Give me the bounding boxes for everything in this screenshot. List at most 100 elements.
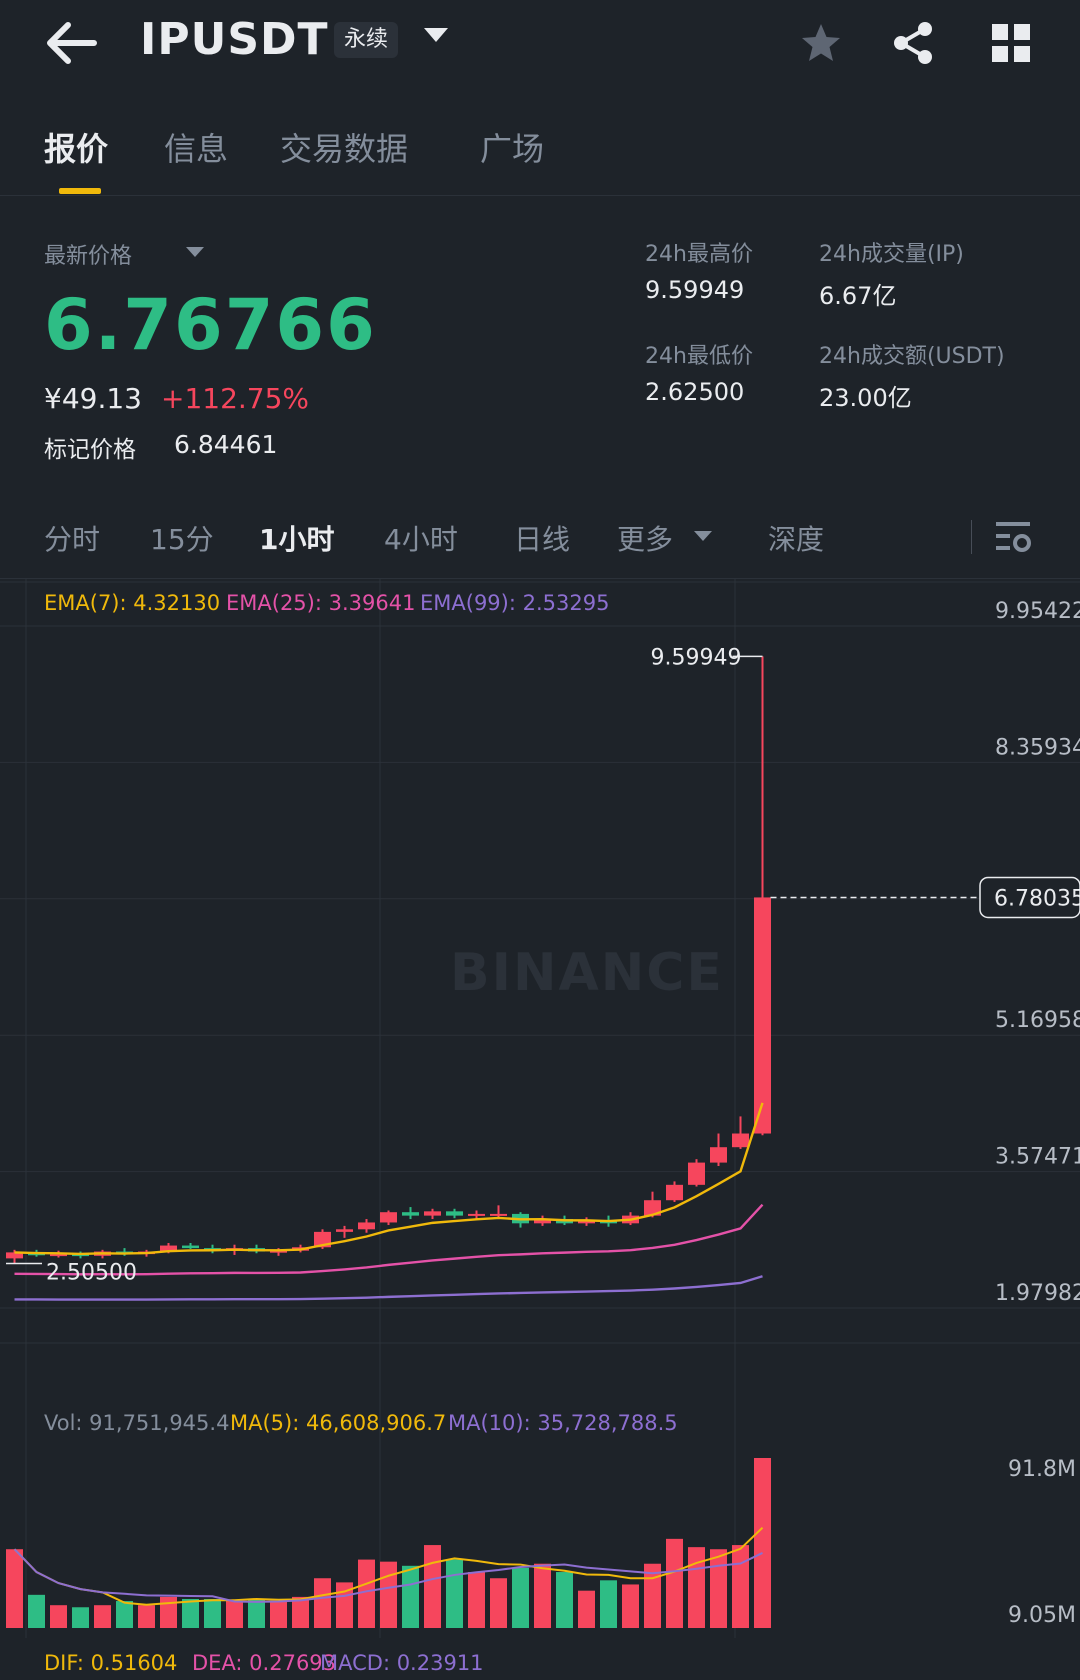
last-price-label: 最新价格 bbox=[44, 244, 133, 269]
dea-label: DEA: 0.27693 bbox=[192, 1651, 336, 1675]
volume-bar bbox=[314, 1578, 331, 1628]
candle-body bbox=[358, 1222, 375, 1230]
volume-bar bbox=[622, 1584, 639, 1628]
timeframe-15m[interactable]: 15分 bbox=[150, 518, 214, 558]
volume-bar bbox=[182, 1598, 199, 1628]
price-axis-label: 5.16958 bbox=[995, 1008, 1080, 1033]
tab-info[interactable]: 信息 bbox=[164, 124, 228, 170]
candle-body bbox=[446, 1211, 463, 1216]
change-percent: +112.75% bbox=[161, 382, 310, 415]
contract-type-badge: 永续 bbox=[334, 22, 399, 58]
volume-bar bbox=[402, 1565, 419, 1628]
candle-body bbox=[754, 897, 771, 1134]
price-axis-label: 3.57471 bbox=[995, 1145, 1080, 1170]
tab-trading-data[interactable]: 交易数据 bbox=[280, 124, 408, 170]
volume-label: Vol: 91,751,945.4 bbox=[44, 1411, 229, 1435]
volume-bar bbox=[138, 1605, 155, 1628]
symbol-title[interactable]: IPUSDT bbox=[140, 14, 329, 65]
volume-bar bbox=[666, 1538, 683, 1628]
volume-bar bbox=[512, 1567, 529, 1628]
cny-price: ¥49.13 bbox=[44, 382, 142, 415]
amount-24h-value: 23.00亿 bbox=[819, 384, 912, 412]
volume-bar bbox=[358, 1559, 375, 1628]
volume-bar bbox=[204, 1598, 221, 1628]
volume-axis-label: 9.05M bbox=[1008, 1603, 1076, 1628]
volume-bar bbox=[424, 1545, 441, 1628]
volume-bar bbox=[468, 1572, 485, 1628]
volume-bar bbox=[50, 1605, 67, 1628]
volume-bar bbox=[732, 1545, 749, 1628]
volume-bar bbox=[94, 1605, 111, 1628]
volume-bar bbox=[28, 1594, 45, 1628]
volume-bar bbox=[160, 1596, 177, 1628]
price-axis: 9.95422 8.35934 5.16958 3.57471 1.97982 bbox=[995, 599, 1080, 1306]
ma10-label: MA(10): 35,728,788.5 bbox=[448, 1411, 678, 1435]
low-marker-label: 2.50500 bbox=[46, 1261, 137, 1286]
candle-body bbox=[710, 1147, 727, 1163]
candle-body bbox=[380, 1212, 397, 1223]
candle-body bbox=[468, 1213, 485, 1216]
candle-body bbox=[182, 1245, 199, 1249]
tab-quote[interactable]: 报价 bbox=[44, 124, 108, 170]
high-24h-value: 9.59949 bbox=[645, 276, 745, 304]
ema99-label: EMA(99): 2.53295 bbox=[420, 591, 609, 615]
dif-label: DIF: 0.51604 bbox=[44, 1651, 177, 1675]
volume-bar bbox=[226, 1601, 243, 1628]
ema25-label: EMA(25): 3.39641 bbox=[226, 591, 415, 615]
share-icon[interactable] bbox=[889, 18, 939, 68]
ema7-label: EMA(7): 4.32130 bbox=[44, 591, 220, 615]
more-caret-icon[interactable] bbox=[694, 531, 712, 541]
volume-bar bbox=[578, 1590, 595, 1628]
candle-body bbox=[336, 1229, 353, 1232]
macd-label: MACD: 0.23911 bbox=[320, 1651, 484, 1675]
volume-axis-label: 91.8M bbox=[1008, 1457, 1076, 1482]
volume-bar bbox=[556, 1572, 573, 1628]
back-arrow-icon[interactable] bbox=[44, 18, 100, 68]
chart-grid bbox=[0, 578, 1080, 1638]
timeframe-line[interactable]: 分时 bbox=[44, 518, 100, 558]
low-24h-label: 24h最低价 bbox=[645, 344, 753, 369]
candle-body bbox=[424, 1211, 441, 1216]
volume-bar bbox=[380, 1561, 397, 1628]
volume-bar bbox=[754, 1458, 771, 1628]
volume-bar bbox=[446, 1559, 463, 1628]
volume-bar bbox=[688, 1547, 705, 1628]
candle-body bbox=[490, 1213, 507, 1216]
last-price: 6.76766 bbox=[44, 284, 377, 366]
kline-chart[interactable]: BINANCE 9.95422 8.35934 5.16958 3.57471 1.97… bbox=[0, 578, 1080, 1680]
candle-body bbox=[402, 1212, 419, 1216]
timeframe-1d[interactable]: 日线 bbox=[514, 518, 570, 558]
volume-bar bbox=[490, 1578, 507, 1628]
volume-bar bbox=[710, 1549, 727, 1628]
timeframe-more[interactable]: 更多 bbox=[617, 518, 673, 558]
volume-bar bbox=[600, 1580, 617, 1628]
binance-watermark: BINANCE bbox=[450, 943, 724, 1003]
volume-bar bbox=[270, 1601, 287, 1628]
high-marker-label: 9.59949 bbox=[651, 645, 742, 670]
volume-bar bbox=[248, 1598, 265, 1628]
volume-bar bbox=[6, 1549, 23, 1628]
grid-menu-icon[interactable] bbox=[986, 18, 1036, 68]
mark-price: 6.84461 bbox=[174, 430, 278, 459]
current-price-tag-label: 6.78035 bbox=[994, 886, 1080, 911]
ema7-line bbox=[14, 1102, 764, 1256]
chart-settings-icon[interactable] bbox=[994, 518, 1034, 554]
timeframe-depth[interactable]: 深度 bbox=[768, 518, 824, 558]
app-header: IPUSDT 永续 bbox=[0, 0, 1080, 90]
volume-bar bbox=[116, 1601, 133, 1628]
low-24h-value: 2.62500 bbox=[645, 378, 745, 406]
timeframe-divider bbox=[971, 520, 972, 554]
volume-bar bbox=[72, 1607, 89, 1628]
volume-layer: 91.8M 9.05M bbox=[6, 1457, 1076, 1628]
symbol-dropdown-caret-icon[interactable] bbox=[424, 28, 448, 42]
timeframe-4h[interactable]: 4小时 bbox=[384, 518, 458, 558]
timeframe-1h[interactable]: 1小时 bbox=[259, 518, 334, 558]
last-price-caret-icon[interactable] bbox=[186, 247, 204, 257]
candle-body bbox=[666, 1184, 683, 1201]
candle-body bbox=[732, 1133, 749, 1148]
tab-square[interactable]: 广场 bbox=[480, 124, 544, 170]
volume-24h-label: 24h成交量(IP) bbox=[819, 242, 964, 267]
favorite-star-icon[interactable] bbox=[796, 18, 846, 68]
amount-24h-label: 24h成交额(USDT) bbox=[819, 344, 1005, 369]
volume-bar bbox=[534, 1563, 551, 1628]
